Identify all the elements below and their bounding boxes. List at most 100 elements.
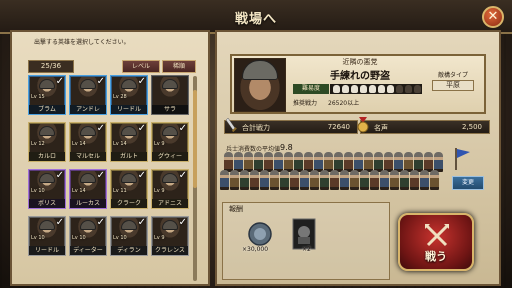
selected-check-icon: ✓ [178,217,187,228]
hero-level: Lv 9 [154,235,165,241]
selected-check-icon: ✓ [137,217,146,228]
difficulty-label: 難易度 [293,84,329,94]
scrollbar-thumb[interactable] [193,90,197,188]
sword-icon [226,117,237,133]
hero-helmet-icon [162,126,178,136]
soldier-formation [220,152,443,194]
difficulty-skull-icon [414,85,421,93]
close-icon: ✕ [487,9,499,24]
hero-card[interactable]: Lv 11 ✓ クラーク [110,169,148,209]
rewards-title: 報酬 [229,205,243,213]
soldier-figure [284,152,293,172]
hero-card[interactable]: ✓ アンドレ [69,75,107,115]
soldier-figure [334,152,343,172]
hero-card[interactable]: Lv 15 ✓ ブラム [28,75,66,115]
change-troops-button[interactable]: 変更 [452,176,484,190]
sort-rarity-button[interactable]: 稀順 [162,60,196,73]
roster-prompt: 出撃する英雄を選択してください。 [34,39,130,46]
hero-name: ガルト [111,152,147,161]
soldier-figure [270,170,279,190]
hero-name: クラーク [111,199,147,208]
hero-card[interactable]: Lv 9 ✓ アドニス [151,169,189,209]
selected-check-icon: ✓ [137,76,146,87]
hero-helmet-icon [39,79,55,89]
hero-card[interactable]: Lv 10 ✓ リードル [28,216,66,256]
hero-level: Lv 14 [72,141,86,147]
difficulty-meter [330,84,422,94]
selected-check-icon: ✓ [55,217,64,228]
hero-name: ブラム [29,105,65,114]
hero-card[interactable]: Lv 10 ✓ ディーター [69,216,107,256]
hero-level: Lv 10 [31,188,45,194]
soldier-figure [290,170,299,190]
soldier-figure [354,152,363,172]
hero-card[interactable]: Lv 14 ✓ ガルト [110,122,148,162]
enemy-type-label: 敵構タイプ [437,72,468,79]
hero-helmet-icon [162,173,178,183]
soldier-figure [300,170,309,190]
soldier-figure [274,152,283,172]
hero-level: Lv 10 [31,235,45,241]
hero-helmet-icon [39,126,55,136]
soldier-figure [254,152,263,172]
close-button[interactable]: ✕ [482,6,504,28]
soldier-figure [390,170,399,190]
soldier-figure [404,152,413,172]
hero-card[interactable]: Lv 10 ✓ ディラン [110,216,148,256]
total-power-label: 合計戦力 [242,124,270,132]
selected-check-icon: ✓ [96,76,105,87]
recommended-power-value: 26520以上 [328,100,360,107]
soldier-figure [380,170,389,190]
hero-card[interactable]: Lv 28 ✓ リードル [110,75,148,115]
soldier-figure [260,170,269,190]
enemy-type-value: 平原 [432,80,474,91]
soldier-figure [374,152,383,172]
soldier-figure [294,152,303,172]
difficulty-skull-icon [360,85,367,93]
hero-count: 25/36 [28,60,74,73]
soldier-figure [324,152,333,172]
hero-level: Lv 28 [113,94,127,100]
selected-check-icon: ✓ [96,123,105,134]
hero-level: Lv 9 [154,141,165,147]
selected-check-icon: ✓ [178,123,187,134]
total-power-value: 72640 [327,123,350,131]
hero-level: Lv 10 [72,235,86,241]
hero-helmet-icon [39,220,55,230]
selected-check-icon: ✓ [96,170,105,181]
roster-scrollbar[interactable] [193,76,197,281]
hero-level: Lv 14 [113,141,127,147]
difficulty-skull-icon [369,85,376,93]
hero-card[interactable]: Lv 9 ✓ クラレンス [151,216,189,256]
hero-name: アドニス [152,199,188,208]
sort-level-button[interactable]: レベル [122,60,160,73]
reward-coin-qty: ×30,000 [242,246,269,253]
soldier-figure [250,170,259,190]
hero-helmet-icon [80,79,96,89]
hero-helmet-icon [80,220,96,230]
soldier-figure [400,170,409,190]
hero-level: Lv 15 [31,94,45,100]
hero-card[interactable]: Lv 10 ✓ ボリス [28,169,66,209]
hero-card[interactable]: Lv 14 ✓ マルセル [69,122,107,162]
hero-helmet-icon [121,173,137,183]
hero-grid: Lv 15 ✓ ブラム ✓ アンドレ Lv 28 ✓ リードル サラ Lv 12 カルロ Lv 14 ✓… [28,75,190,285]
hero-helmet-icon [39,173,55,183]
selected-check-icon: ✓ [55,76,64,87]
banner-icon [455,148,470,170]
selected-check-icon: ✓ [137,123,146,134]
fight-button[interactable]: 戦う [398,213,474,271]
recommended-power-label: 推奨戦力 [293,100,318,107]
hero-card[interactable]: Lv 14 ✓ ルーカス [69,169,107,209]
hero-card[interactable]: Lv 12 カルロ [28,122,66,162]
hero-helmet-icon [162,79,178,89]
hero-card[interactable]: Lv 9 ✓ グウィー [151,122,189,162]
difficulty-skull-icon [387,85,394,93]
hero-card[interactable]: サラ [151,75,189,115]
fame-value: 2,500 [461,123,482,131]
fame-label: 名声 [374,124,388,132]
reward-hero-qty: ×2 [302,246,311,253]
hero-helmet-icon [121,220,137,230]
soldier-figure [414,152,423,172]
soldier-figure [360,170,369,190]
